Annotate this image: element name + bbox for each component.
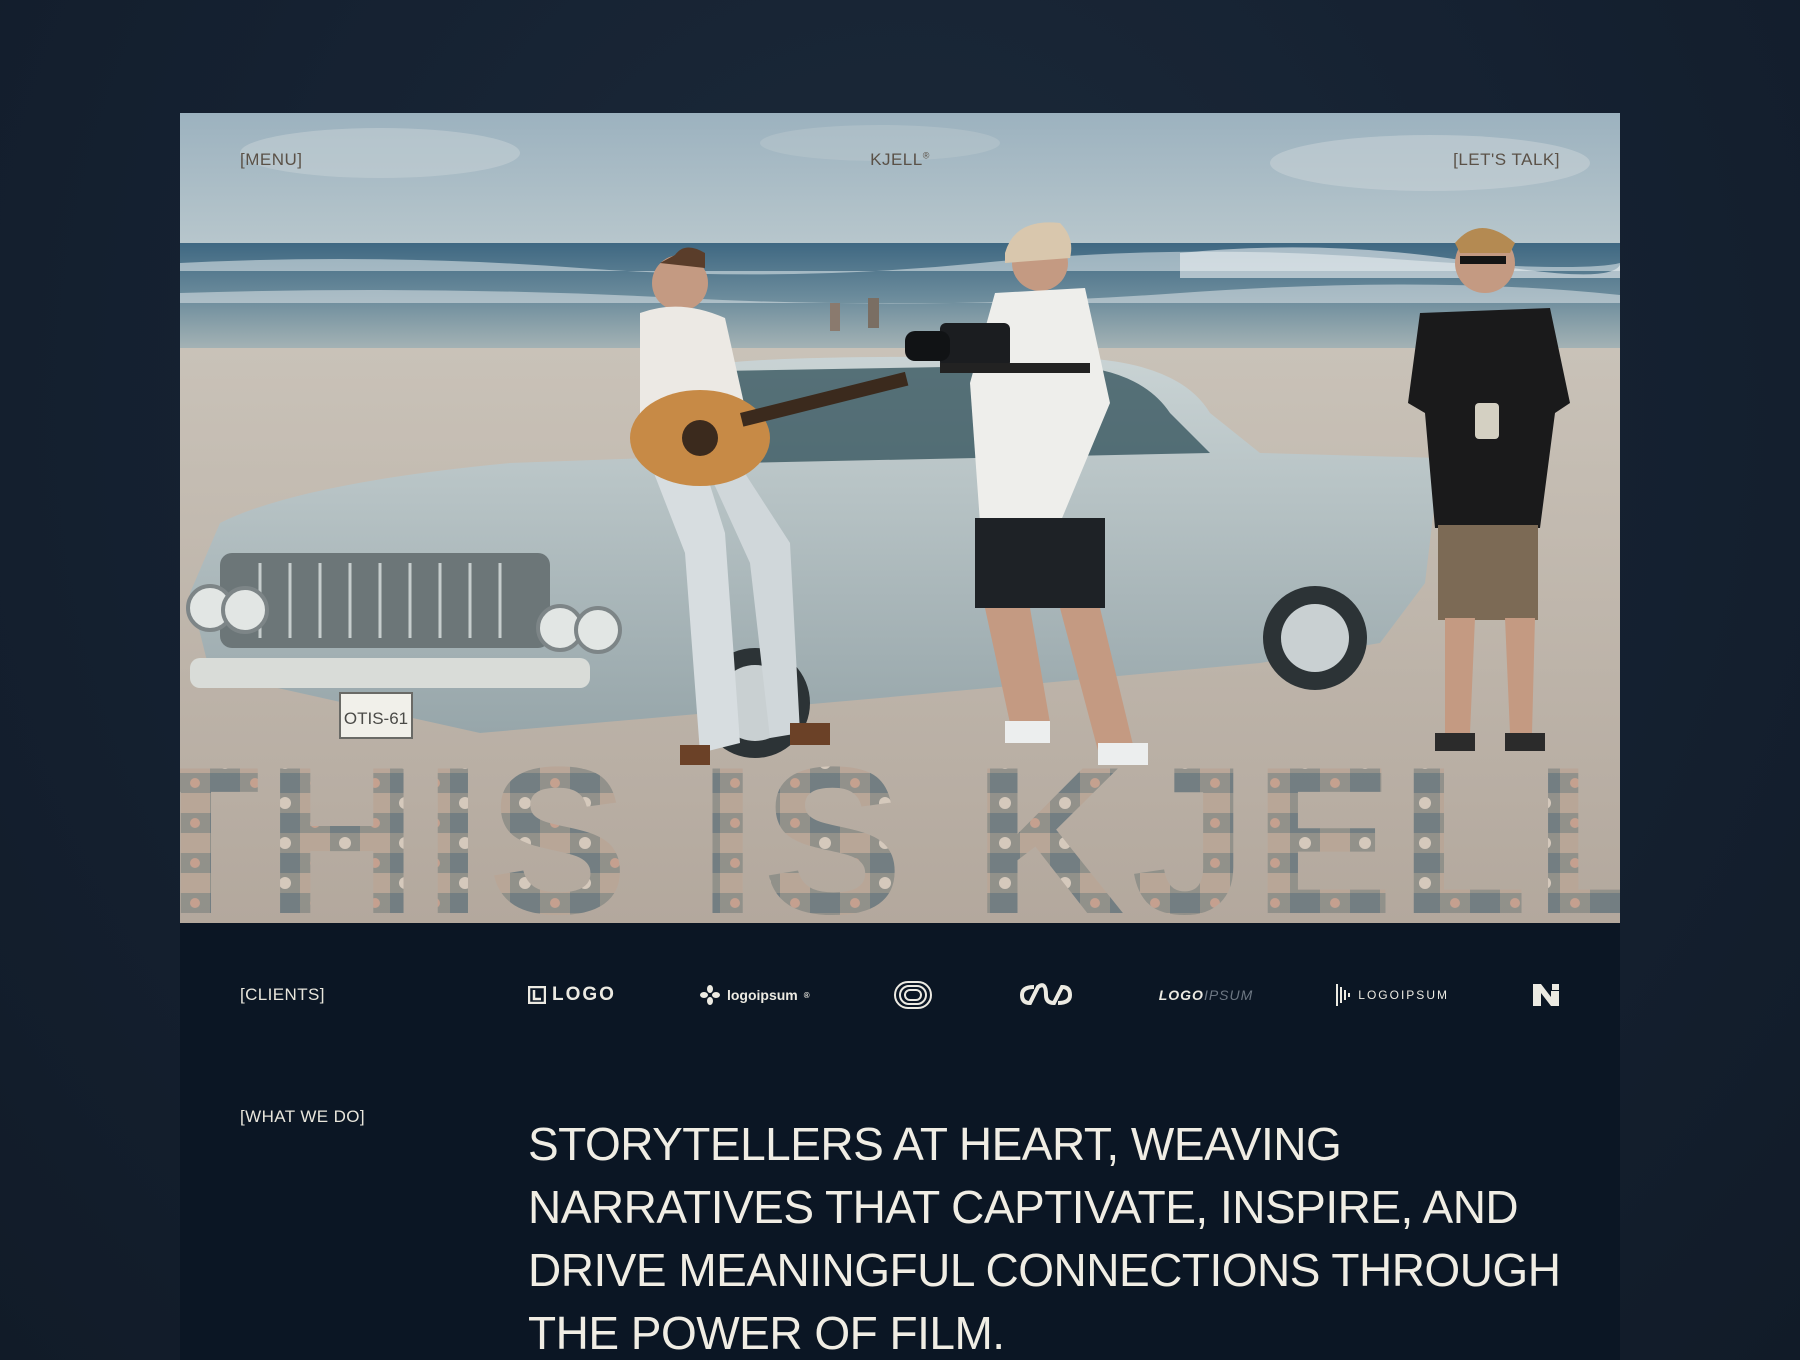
- lets-talk-button[interactable]: [LET'S TALK]: [1453, 150, 1560, 170]
- brand-name: KJELL: [870, 150, 923, 169]
- client-logo-7[interactable]: [1532, 983, 1560, 1007]
- client-logo-1-text: LOGO: [552, 984, 616, 1005]
- client-logo-2-mark: ®: [803, 990, 810, 1000]
- client-logo-5-text: LOGOIPSUM: [1158, 987, 1254, 1003]
- mission-statement: STORYTELLERS AT HEART, WEAVING NARRATIVE…: [528, 1118, 1561, 1359]
- clients-label: [CLIENTS]: [240, 985, 325, 1004]
- client-logo-2[interactable]: logoipsum ®: [699, 984, 810, 1006]
- flower-icon: [699, 985, 720, 1005]
- bars-icon: [1336, 984, 1351, 1006]
- client-logo-5[interactable]: LOGOIPSUM: [1159, 987, 1254, 1003]
- client-logo-6-text: LOGOIPSUM: [1358, 988, 1449, 1002]
- chain-loop-icon: [1019, 983, 1072, 1006]
- n-mark-icon: [1533, 984, 1559, 1006]
- client-logo-2-text: logoipsum: [726, 987, 798, 1003]
- brand-registered-mark: ®: [922, 150, 930, 161]
- client-logo-6[interactable]: LOGOIPSUM: [1336, 984, 1449, 1006]
- site-frame: OTIS-61 THIS IS KJELL [MENU] KJELL® [LET…: [180, 113, 1620, 1360]
- concentric-rounded-icon: [893, 981, 932, 1009]
- hero-section: OTIS-61 THIS IS KJELL [MENU] KJELL® [LET…: [180, 113, 1620, 923]
- client-logo-4[interactable]: [1016, 982, 1076, 1008]
- hero-photo: OTIS-61 THIS IS KJELL: [180, 113, 1620, 923]
- client-logos: LOGO logoipsum ® LOGOIPSUM LOGOIPSUM: [528, 973, 1560, 1017]
- what-we-do-label: [WHAT WE DO]: [240, 1107, 366, 1126]
- client-logo-1[interactable]: LOGO: [528, 984, 616, 1006]
- square-l-icon: [528, 986, 546, 1004]
- brand-logo[interactable]: KJELL®: [180, 150, 1620, 170]
- client-logo-3[interactable]: [893, 980, 933, 1010]
- hero-headline: THIS IS KJELL: [180, 723, 1620, 923]
